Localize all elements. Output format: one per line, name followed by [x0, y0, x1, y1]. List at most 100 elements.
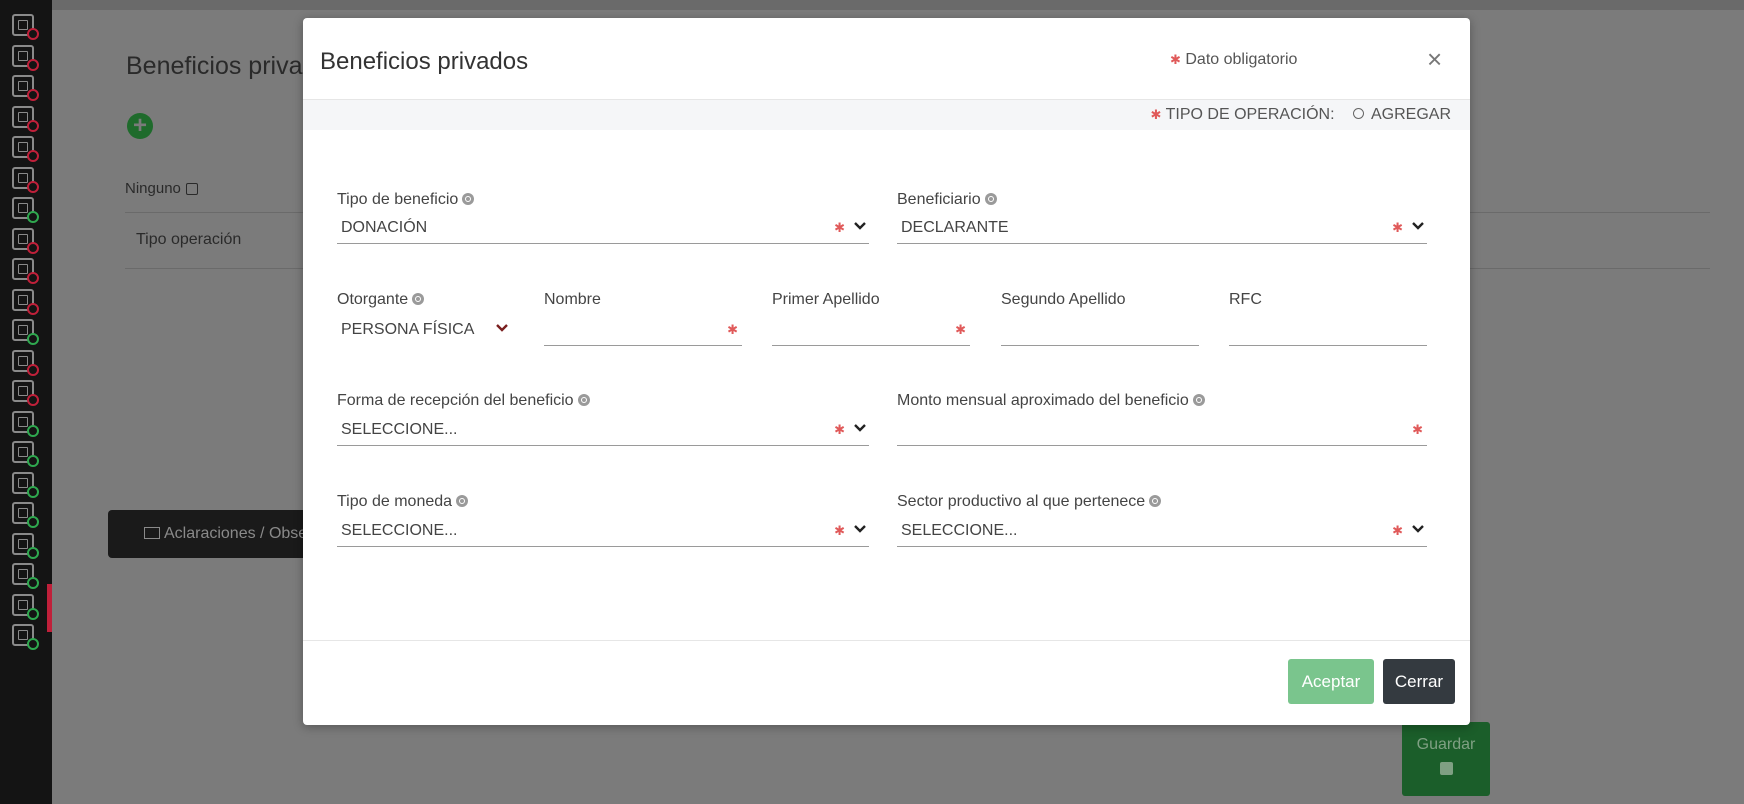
add-icon[interactable]: +: [127, 113, 153, 139]
sidebar-item-group-umbrella[interactable]: [0, 502, 52, 530]
rfc-label: RFC: [1229, 291, 1262, 308]
guardar-button[interactable]: Guardar: [1402, 722, 1490, 796]
sidebar-item-id-card[interactable]: [0, 14, 52, 42]
sidebar-item-house-gear[interactable]: [0, 411, 52, 439]
info-icon[interactable]: [984, 193, 997, 205]
status-red-icon: [27, 28, 39, 40]
sidebar-item-chart-line[interactable]: [0, 319, 52, 347]
radio-agregar[interactable]: [1352, 108, 1364, 119]
sidebar-item-organization[interactable]: [0, 533, 52, 561]
tipo-beneficio-value: DONACIÓN: [341, 219, 428, 236]
sidebar-item-person-group[interactable]: [0, 584, 52, 632]
sidebar-item-checklist[interactable]: [0, 624, 52, 652]
beneficiario-label: Beneficiario: [897, 191, 997, 209]
sidebar-item-desk[interactable]: [0, 380, 52, 408]
sidebar-item-network[interactable]: [0, 472, 52, 500]
modal-header: Beneficios privados ✱ Dato obligatorio ×: [303, 18, 1470, 100]
status-red-icon: [27, 59, 39, 71]
status-red-icon: [27, 150, 39, 162]
required-star-icon: ✱: [1412, 422, 1423, 437]
info-icon[interactable]: [1192, 394, 1205, 406]
modal-title: Beneficios privados: [320, 48, 529, 75]
accept-button[interactable]: Aceptar: [1288, 659, 1374, 704]
modal-footer-divider: [303, 640, 1470, 641]
status-green-icon: [27, 547, 39, 559]
nombre-label: Nombre: [544, 291, 601, 308]
info-icon[interactable]: [577, 394, 590, 406]
page-top-bar: [52, 0, 1744, 10]
operation-type: ✱ TIPO DE OPERACIÓN: AGREGAR: [1151, 106, 1451, 124]
sidebar-item-car[interactable]: [0, 289, 52, 317]
close-icon[interactable]: ×: [1427, 46, 1442, 72]
ninguno-checkbox[interactable]: Ninguno: [125, 180, 198, 197]
sidebar-item-home[interactable]: [0, 258, 52, 286]
beneficios-modal: Beneficios privados ✱ Dato obligatorio ×…: [303, 18, 1470, 725]
sidebar-item-document[interactable]: [0, 75, 52, 103]
primer-apellido-input[interactable]: ✱: [772, 316, 970, 346]
sidebar-item-building[interactable]: [0, 106, 52, 134]
info-icon[interactable]: [412, 293, 425, 305]
sidebar-item-search-person[interactable]: [0, 228, 52, 256]
sidebar-item-pie-chart[interactable]: [0, 441, 52, 469]
status-red-icon: [27, 272, 39, 284]
chevron-down-icon: [1412, 222, 1424, 230]
status-red-icon: [27, 181, 39, 193]
sidebar: [0, 0, 52, 804]
otorgante-label: Otorgante: [337, 291, 425, 309]
envelope-icon: [144, 527, 160, 539]
info-icon[interactable]: [462, 193, 475, 205]
chevron-down-icon: [854, 222, 866, 230]
status-green-icon: [27, 455, 39, 467]
forma-recepcion-label: Forma de recepción del beneficio: [337, 392, 590, 410]
required-star-icon: ✱: [727, 322, 738, 337]
tipo-beneficio-select[interactable]: DONACIÓN ✱: [337, 214, 869, 244]
status-green-icon: [27, 638, 39, 650]
operation-band: ✱ TIPO DE OPERACIÓN: AGREGAR: [303, 100, 1470, 130]
status-red-icon: [27, 242, 39, 254]
status-red-icon: [27, 364, 39, 376]
required-note: ✱ Dato obligatorio: [1170, 51, 1297, 69]
status-red-icon: [27, 120, 39, 132]
tipo-moneda-label: Tipo de moneda: [337, 493, 469, 511]
forma-recepcion-value: SELECCIONE...: [341, 421, 458, 438]
required-star-icon: ✱: [1170, 52, 1181, 67]
required-star-icon: ✱: [834, 523, 845, 538]
required-star-icon: ✱: [1392, 523, 1403, 538]
rfc-input[interactable]: [1229, 316, 1427, 346]
status-green-icon: [27, 211, 39, 223]
sidebar-item-hands[interactable]: [0, 350, 52, 378]
sidebar-item-house-money[interactable]: [0, 45, 52, 73]
required-star-icon: ✱: [834, 422, 845, 437]
nombre-input[interactable]: ✱: [544, 316, 742, 346]
sidebar-item-people-link[interactable]: [0, 136, 52, 164]
beneficiario-value: DECLARANTE: [901, 219, 1009, 236]
tipo-moneda-select[interactable]: SELECCIONE... ✱: [337, 517, 869, 547]
forma-recepcion-select[interactable]: SELECCIONE... ✱: [337, 416, 869, 446]
chevron-down-icon: [854, 525, 866, 533]
sidebar-item-form-edit[interactable]: [0, 197, 52, 225]
checkbox-icon[interactable]: [185, 183, 198, 195]
segundo-apellido-input[interactable]: [1001, 316, 1199, 346]
chevron-down-icon: [496, 324, 508, 332]
info-icon[interactable]: [1149, 495, 1162, 507]
column-header-tipo-operacion: Tipo operación: [136, 231, 242, 248]
close-button[interactable]: Cerrar: [1383, 659, 1455, 704]
required-note-text: Dato obligatorio: [1185, 51, 1298, 68]
operation-option-label: AGREGAR: [1370, 106, 1451, 123]
monto-mensual-label: Monto mensual aproximado del beneficio: [897, 392, 1205, 410]
sidebar-item-family[interactable]: [0, 167, 52, 195]
sidebar-item-trend-chart[interactable]: [0, 563, 52, 591]
monto-mensual-input[interactable]: ✱: [897, 416, 1427, 446]
primer-apellido-label: Primer Apellido: [772, 291, 880, 308]
otorgante-select[interactable]: PERSONA FÍSICA: [337, 316, 517, 346]
status-red-icon: [27, 394, 39, 406]
status-green-icon: [27, 577, 39, 589]
info-icon[interactable]: [456, 495, 469, 507]
required-star-icon: ✱: [1150, 107, 1162, 122]
sector-productivo-select[interactable]: SELECCIONE... ✱: [897, 517, 1427, 547]
status-green-icon: [27, 516, 39, 528]
otorgante-value: PERSONA FÍSICA: [341, 321, 475, 338]
status-red-icon: [27, 89, 39, 101]
ninguno-label: Ninguno: [125, 180, 181, 197]
beneficiario-select[interactable]: DECLARANTE ✱: [897, 214, 1427, 244]
